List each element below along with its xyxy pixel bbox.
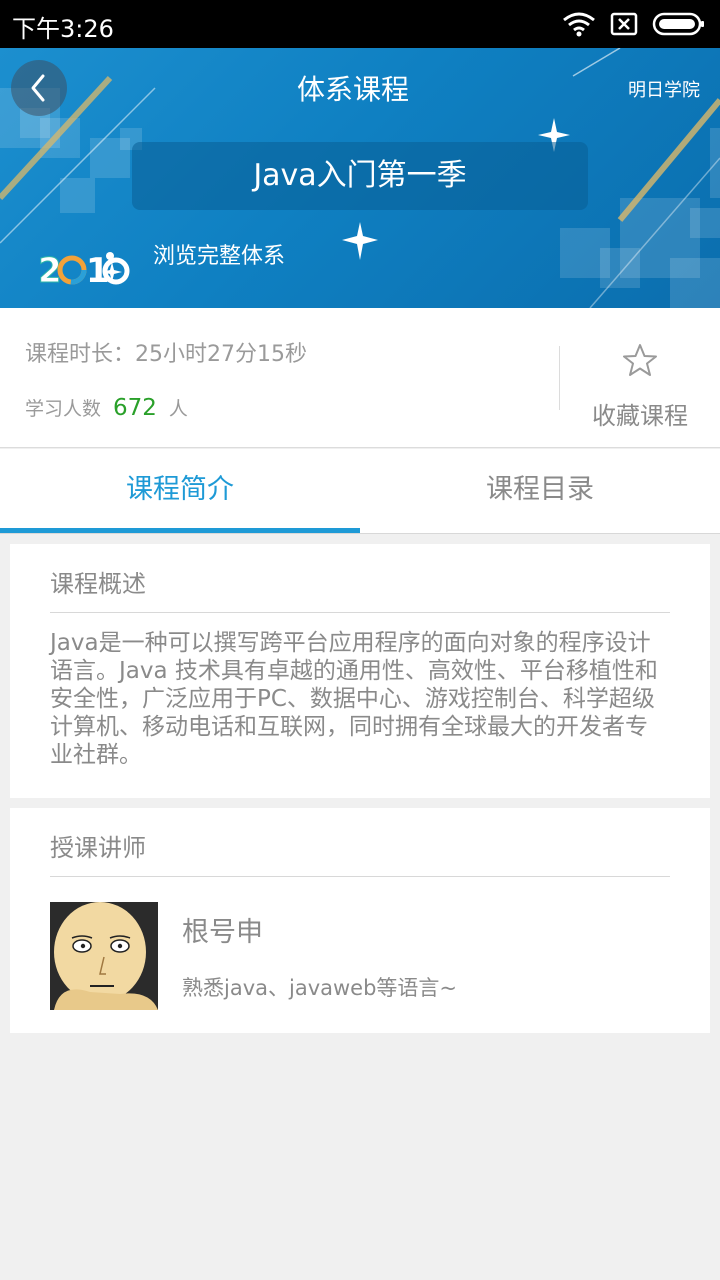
teacher-card: 授课讲师 根号申 熟悉java、javaweb等语言~ [10, 808, 710, 1033]
course-banner: 体系课程 明日学院 Java入门第一季 浏览完整体系 2 1 [0, 48, 720, 308]
overview-title: 课程概述 [50, 570, 146, 598]
overview-text: Java是一种可以撰写跨平台应用程序的面向对象的程序设计语言。Java 技术具有… [50, 630, 658, 768]
logo-2016: 2 1 [38, 251, 130, 292]
battery-icon [652, 12, 704, 36]
favorite-course-button[interactable]: 收藏课程 [560, 338, 720, 434]
teacher-name: 根号申 [182, 917, 263, 948]
course-info-panel: 课程时长：25小时27分15秒 学习人数 672 人 收藏课程 [0, 308, 720, 448]
wifi-icon [563, 12, 595, 37]
teacher-avatar [50, 902, 158, 1010]
star-outline-icon [623, 344, 657, 376]
page-title: 体系课程 [296, 73, 409, 106]
tab-intro[interactable]: 课程简介 [0, 449, 360, 534]
browse-system-link[interactable]: 浏览完整体系 [153, 238, 285, 270]
status-time: 下午3:26 [12, 15, 114, 43]
overview-card: 课程概述 Java是一种可以撰写跨平台应用程序的面向对象的程序设计语言。Java… [10, 544, 710, 798]
status-bar: 下午3:26 [0, 0, 720, 48]
teacher-description: 熟悉java、javaweb等语言~ [182, 976, 458, 1000]
course-name: Java入门第一季 [132, 142, 588, 210]
learners-row: 学习人数 672 人 [25, 394, 188, 421]
tab-catalog[interactable]: 课程目录 [360, 449, 720, 534]
learners-count: 672 [113, 395, 157, 421]
teacher-section-title: 授课讲师 [50, 834, 146, 862]
overview-divider [50, 612, 670, 613]
learners-suffix: 人 [168, 398, 188, 420]
tab-bar: 课程简介 课程目录 [0, 449, 720, 534]
active-tab-indicator [0, 528, 360, 533]
teacher-divider [50, 876, 670, 877]
learners-prefix: 学习人数 [25, 398, 102, 420]
course-duration: 课程时长：25小时27分15秒 [25, 342, 307, 367]
favorite-label: 收藏课程 [592, 402, 688, 430]
brand-label: 明日学院 [628, 80, 700, 101]
status-icons [562, 10, 706, 38]
sim-card-icon [610, 12, 638, 36]
